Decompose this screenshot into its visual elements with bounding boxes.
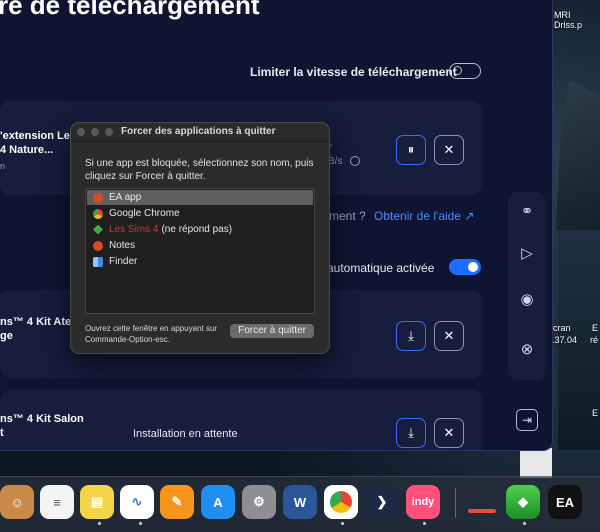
link-icon[interactable]: ⚭	[508, 202, 546, 220]
sims-4-icon[interactable]: ◆	[506, 485, 540, 519]
desktop-file-label-4[interactable]: E	[592, 408, 598, 418]
app-list-item[interactable]: Les Sims 4 (ne répond pas)	[87, 222, 313, 237]
cancel-download-button[interactable]: ✕	[434, 135, 464, 165]
app-name: Finder	[109, 256, 138, 267]
dialog-hint: Ouvrez cette fenêtre en appuyant sur Com…	[85, 324, 218, 344]
app-name: Notes	[109, 240, 136, 251]
zoom-window-icon[interactable]	[105, 128, 113, 136]
app-name: EA app	[109, 192, 142, 203]
close-icon: ✕	[443, 328, 455, 343]
download-icon: ⤓	[408, 328, 414, 343]
xbox-icon[interactable]: ⊗	[508, 340, 546, 358]
running-indicator	[139, 522, 142, 525]
desktop-screenshot-time: .37.04	[552, 335, 578, 345]
app-name: Les Sims 4	[109, 224, 159, 235]
auto-update-toggle[interactable]	[449, 259, 481, 275]
download-button[interactable]: ⤓	[396, 321, 426, 351]
contacts-icon[interactable]: ☺	[0, 485, 34, 519]
download-title: ns™ 4 Kit Atel ge	[0, 316, 75, 342]
sims-icon	[93, 224, 103, 235]
app-list-item[interactable]: EA app	[87, 190, 313, 205]
get-help-link[interactable]: Obtenir de l'aide ↗	[374, 209, 474, 223]
chrome-icon[interactable]	[324, 485, 358, 519]
steam-icon[interactable]: ◉	[508, 290, 546, 308]
dialog-title: Forcer des applications à quitter	[121, 126, 276, 137]
app-list-item[interactable]: Notes	[87, 238, 313, 253]
word-letter: W	[293, 494, 307, 510]
app-store-icon[interactable]: A	[201, 485, 235, 519]
toggle-knob	[468, 262, 478, 272]
ea-app-icon[interactable]: EA	[548, 485, 582, 519]
info-icon[interactable]	[350, 156, 360, 166]
cancel-download-button[interactable]: ✕	[434, 418, 464, 448]
word-icon[interactable]: W	[283, 485, 317, 519]
platform-rail: ⚭ ▷ ◉ ⊗	[508, 192, 546, 380]
limit-speed-toggle[interactable]	[449, 63, 481, 79]
desktop-thumbnail[interactable]	[520, 448, 552, 478]
running-indicator	[523, 522, 526, 525]
app-name: Google Chrome	[109, 208, 180, 219]
app-list[interactable]: EA app Google Chrome Les Sims 4 (ne répo…	[85, 188, 315, 314]
dialog-titlebar: Forcer des applications à quitter	[71, 123, 329, 142]
pages-icon[interactable]: ✎	[160, 485, 194, 519]
freeform-icon[interactable]: ∿	[120, 485, 154, 519]
indy-label: indy	[411, 496, 435, 508]
desktop-file-label-2[interactable]: E	[592, 323, 598, 333]
running-indicator	[98, 522, 101, 525]
exit-icon: ⇥	[521, 413, 533, 427]
help-question: ment ?	[329, 209, 366, 223]
pause-icon: ⏸	[407, 142, 415, 157]
indy-icon[interactable]: indy	[406, 485, 440, 519]
desktop-file-label[interactable]: MRI Driss.p	[554, 10, 600, 30]
download-subtitle: n	[0, 161, 6, 171]
reminders-icon[interactable]: ≡	[40, 485, 74, 519]
force-quit-dialog: Forcer des applications à quitter Si une…	[70, 122, 330, 354]
pending-status: Installation en attente	[133, 428, 238, 440]
notes-icon	[93, 240, 103, 251]
system-settings-icon[interactable]: ⚙	[242, 485, 276, 519]
download-title: 'extension Le 4 Nature...	[0, 130, 70, 156]
finder-icon	[93, 256, 103, 267]
app-list-item[interactable]: Finder	[87, 254, 313, 269]
chrome-icon	[93, 208, 103, 219]
close-icon: ✕	[443, 142, 455, 157]
ea-label: EA	[555, 494, 575, 510]
not-responding-label: (ne répond pas)	[161, 224, 233, 235]
app-list-item[interactable]: Google Chrome	[87, 206, 313, 221]
chrome-logo	[330, 491, 352, 513]
ea-launcher-icon[interactable]: ❯	[365, 485, 399, 519]
dialog-message: Si une app est bloquée, sélectionnez son…	[85, 158, 314, 182]
download-speed: B/s	[328, 156, 343, 167]
force-quit-button[interactable]: Forcer à quitter	[230, 324, 314, 338]
minimized-window-icon[interactable]	[465, 485, 499, 519]
dock-separator	[455, 488, 456, 518]
download-button[interactable]: ⤓	[396, 418, 426, 448]
running-indicator	[341, 522, 344, 525]
playstation-icon[interactable]: ▷	[508, 244, 546, 262]
close-window-icon[interactable]	[77, 128, 85, 136]
toggle-knob	[453, 66, 462, 75]
page-title: re de téléchargement	[0, 0, 260, 20]
desktop-file-label-3: ré	[590, 335, 599, 345]
cancel-download-button[interactable]: ✕	[434, 321, 464, 351]
close-icon: ✕	[443, 425, 455, 440]
auto-update-label: automatique activée	[327, 261, 435, 275]
pause-button[interactable]: ⏸	[396, 135, 426, 165]
limit-speed-label: Limiter la vitesse de téléchargement	[250, 65, 457, 79]
minimize-window-icon[interactable]	[91, 128, 99, 136]
notes-icon[interactable]: ▤	[80, 485, 114, 519]
ea-app-icon	[93, 192, 103, 203]
download-title: ns™ 4 Kit Salon t	[0, 413, 84, 439]
running-indicator	[423, 522, 426, 525]
exit-button[interactable]: ⇥	[516, 409, 538, 431]
download-icon: ⤓	[408, 425, 414, 440]
minimized-bar	[468, 509, 496, 513]
